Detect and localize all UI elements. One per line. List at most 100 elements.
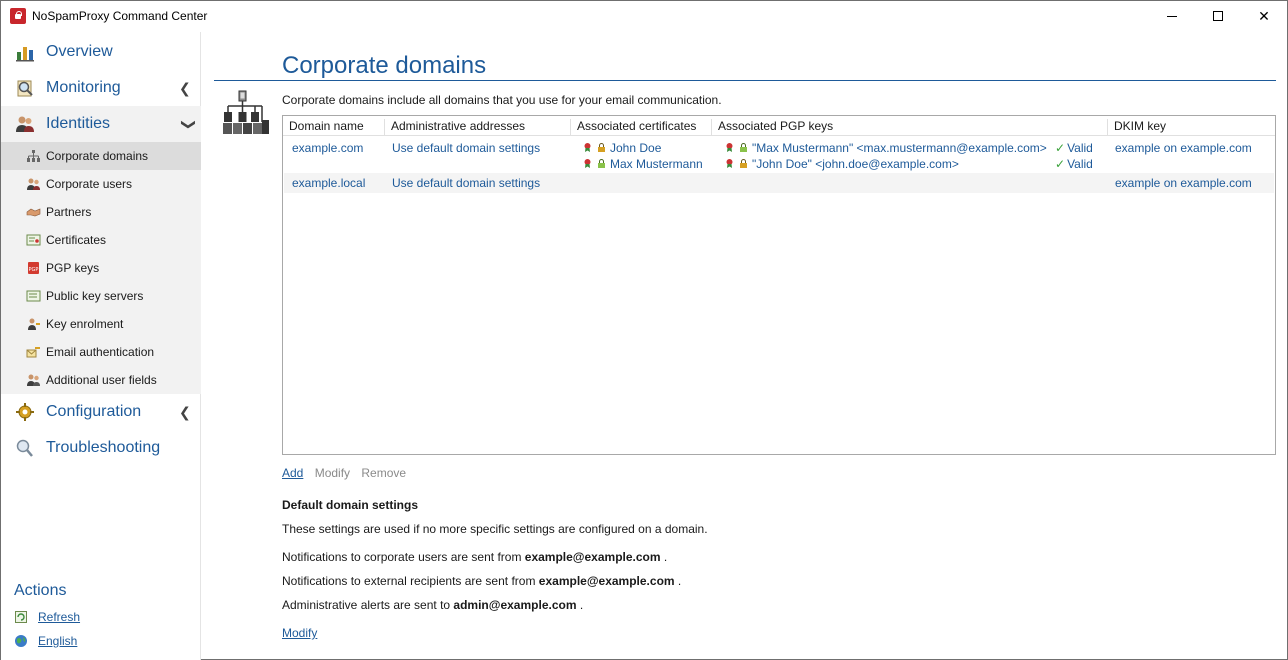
minimize-icon	[1167, 15, 1177, 17]
chevron-left-icon: ❮	[179, 404, 191, 420]
line-period: .	[663, 550, 668, 564]
sidebar-item-label: Additional user fields	[46, 373, 157, 387]
maximize-icon	[1213, 11, 1223, 21]
table-row[interactable]: example.com Use default domain settings …	[284, 137, 1274, 173]
sidebar-item-label: Corporate users	[46, 177, 133, 191]
table-actions: Add Modify Remove	[282, 466, 414, 480]
magnifier-document-icon	[17, 80, 33, 97]
col-domain-name[interactable]: Domain name	[283, 119, 364, 135]
close-icon: ✕	[1258, 7, 1270, 24]
chart-icon	[16, 47, 34, 62]
search-icon	[16, 439, 33, 457]
chevron-left-icon: ❮	[179, 80, 191, 96]
col-admin-addresses[interactable]: Administrative addresses	[384, 119, 525, 135]
gear-icon	[16, 403, 34, 421]
line-period: .	[579, 598, 584, 612]
handshake-icon	[26, 208, 41, 217]
refresh-link[interactable]: Refresh	[38, 610, 80, 624]
sidebar-item-label: Corporate domains	[46, 149, 149, 163]
table-row[interactable]: example.local Use default domain setting…	[284, 173, 1274, 193]
sidebar-item-label: PGP keys	[46, 261, 100, 275]
admin-alerts-line: Administrative alerts are sent to admin@…	[282, 598, 583, 612]
users-icon	[27, 178, 40, 190]
modify-defaults-link[interactable]: Modify	[282, 626, 317, 640]
sidebar-item-corporate-domains[interactable]: Corporate domains	[1, 142, 201, 170]
user-lock-icon	[598, 159, 605, 168]
certificate-ribbon-icon	[584, 159, 591, 168]
cert-entry: Max Mustermann	[582, 157, 703, 171]
col-dkim-key[interactable]: DKIM key	[1107, 119, 1166, 135]
pgp-status: ✓ Valid	[1055, 157, 1093, 171]
dkim-cell: example on example.com	[1115, 176, 1252, 190]
language-link[interactable]: English	[38, 634, 77, 648]
sidebar-item-partners[interactable]: Partners	[1, 198, 201, 226]
line-text: Notifications to external recipients are…	[282, 574, 536, 588]
sidebar-item-key-enrolment[interactable]: Key enrolment	[1, 310, 201, 338]
pgp-key-name: "John Doe" <john.doe@example.com>	[752, 157, 959, 171]
sidebar-item-label: Partners	[46, 205, 92, 219]
nav-monitoring[interactable]: Monitoring ❮	[1, 70, 201, 106]
page-title: Corporate domains	[282, 52, 487, 79]
dkim-cell: example on example.com	[1115, 141, 1252, 155]
nav-troubleshooting[interactable]: Troubleshooting	[1, 430, 201, 466]
title-divider	[214, 80, 1276, 81]
admin-cell: Use default domain settings	[392, 176, 541, 190]
nav-troubleshooting-label: Troubleshooting	[46, 439, 161, 456]
chevron-down-icon: ❮	[178, 118, 195, 131]
domain-cell: example.com	[292, 141, 364, 155]
actions-title: Actions	[14, 582, 67, 599]
users-icon	[16, 116, 34, 132]
identities-submenu: Corporate domains Corporate users Partne…	[1, 142, 201, 394]
modify-button[interactable]: Modify	[315, 466, 350, 480]
admin-cell: Use default domain settings	[392, 141, 541, 155]
check-icon: ✓	[1055, 141, 1066, 155]
user-fields-icon	[27, 374, 40, 386]
nav-configuration[interactable]: Configuration ❮	[1, 394, 201, 430]
line-text: Administrative alerts are sent to	[282, 598, 451, 612]
add-button[interactable]: Add	[282, 466, 303, 480]
sidebar-item-corporate-users[interactable]: Corporate users	[1, 170, 201, 198]
table-header: Domain name Administrative addresses Ass…	[283, 116, 1275, 136]
pgp-entry: "John Doe" <john.doe@example.com>	[724, 157, 959, 171]
domains-table: Domain name Administrative addresses Ass…	[282, 115, 1276, 455]
col-pgp-keys[interactable]: Associated PGP keys	[711, 119, 833, 135]
remove-button[interactable]: Remove	[361, 466, 406, 480]
network-icon	[27, 150, 40, 162]
lock-app-icon	[10, 8, 26, 24]
sidebar-item-label: Key enrolment	[46, 317, 124, 331]
default-settings-title: Default domain settings	[282, 498, 419, 512]
pgp-entry: "Max Mustermann" <max.mustermann@example…	[724, 141, 1047, 155]
maximize-button[interactable]	[1195, 1, 1241, 31]
col-certificates[interactable]: Associated certificates	[570, 119, 696, 135]
cert-name: Max Mustermann	[610, 157, 703, 171]
globe-icon	[15, 635, 27, 647]
line-period: .	[677, 574, 682, 588]
minimize-button[interactable]	[1149, 1, 1195, 31]
nav-overview-label: Overview	[46, 43, 113, 60]
sidebar-item-public-key-servers[interactable]: Public key servers	[1, 282, 201, 310]
pgp-icon: PGP	[28, 262, 39, 274]
sidebar-item-email-authentication[interactable]: Email authentication	[1, 338, 201, 366]
lock-icon	[740, 159, 747, 168]
page-intro: Corporate domains include all domains th…	[282, 93, 722, 107]
certificate-ribbon-icon	[726, 143, 733, 152]
sidebar-item-additional-user-fields[interactable]: Additional user fields	[1, 366, 201, 394]
nav-identities[interactable]: Identities ❮	[1, 106, 201, 142]
main-content: Corporate domains Corporate domains incl…	[202, 32, 1287, 660]
nav-overview[interactable]: Overview	[1, 34, 201, 70]
status-text: Valid	[1067, 141, 1093, 155]
email-key-icon	[26, 347, 40, 358]
domain-network-icon	[223, 90, 269, 134]
refresh-icon	[15, 611, 27, 623]
svg-text:PGP: PGP	[29, 267, 39, 273]
cert-entry: John Doe	[582, 141, 661, 155]
sidebar-item-pgp-keys[interactable]: PGP PGP keys	[1, 254, 201, 282]
nav-monitoring-label: Monitoring	[46, 79, 121, 96]
user-lock-icon	[740, 143, 747, 152]
nav-identities-label: Identities	[46, 115, 111, 132]
close-button[interactable]: ✕	[1241, 1, 1287, 31]
sidebar-item-certificates[interactable]: Certificates	[1, 226, 201, 254]
title-bar: NoSpamProxy Command Center ✕	[1, 1, 1287, 31]
app-window: NoSpamProxy Command Center ✕ Overview Mo…	[0, 0, 1288, 660]
cert-name: John Doe	[610, 141, 662, 155]
